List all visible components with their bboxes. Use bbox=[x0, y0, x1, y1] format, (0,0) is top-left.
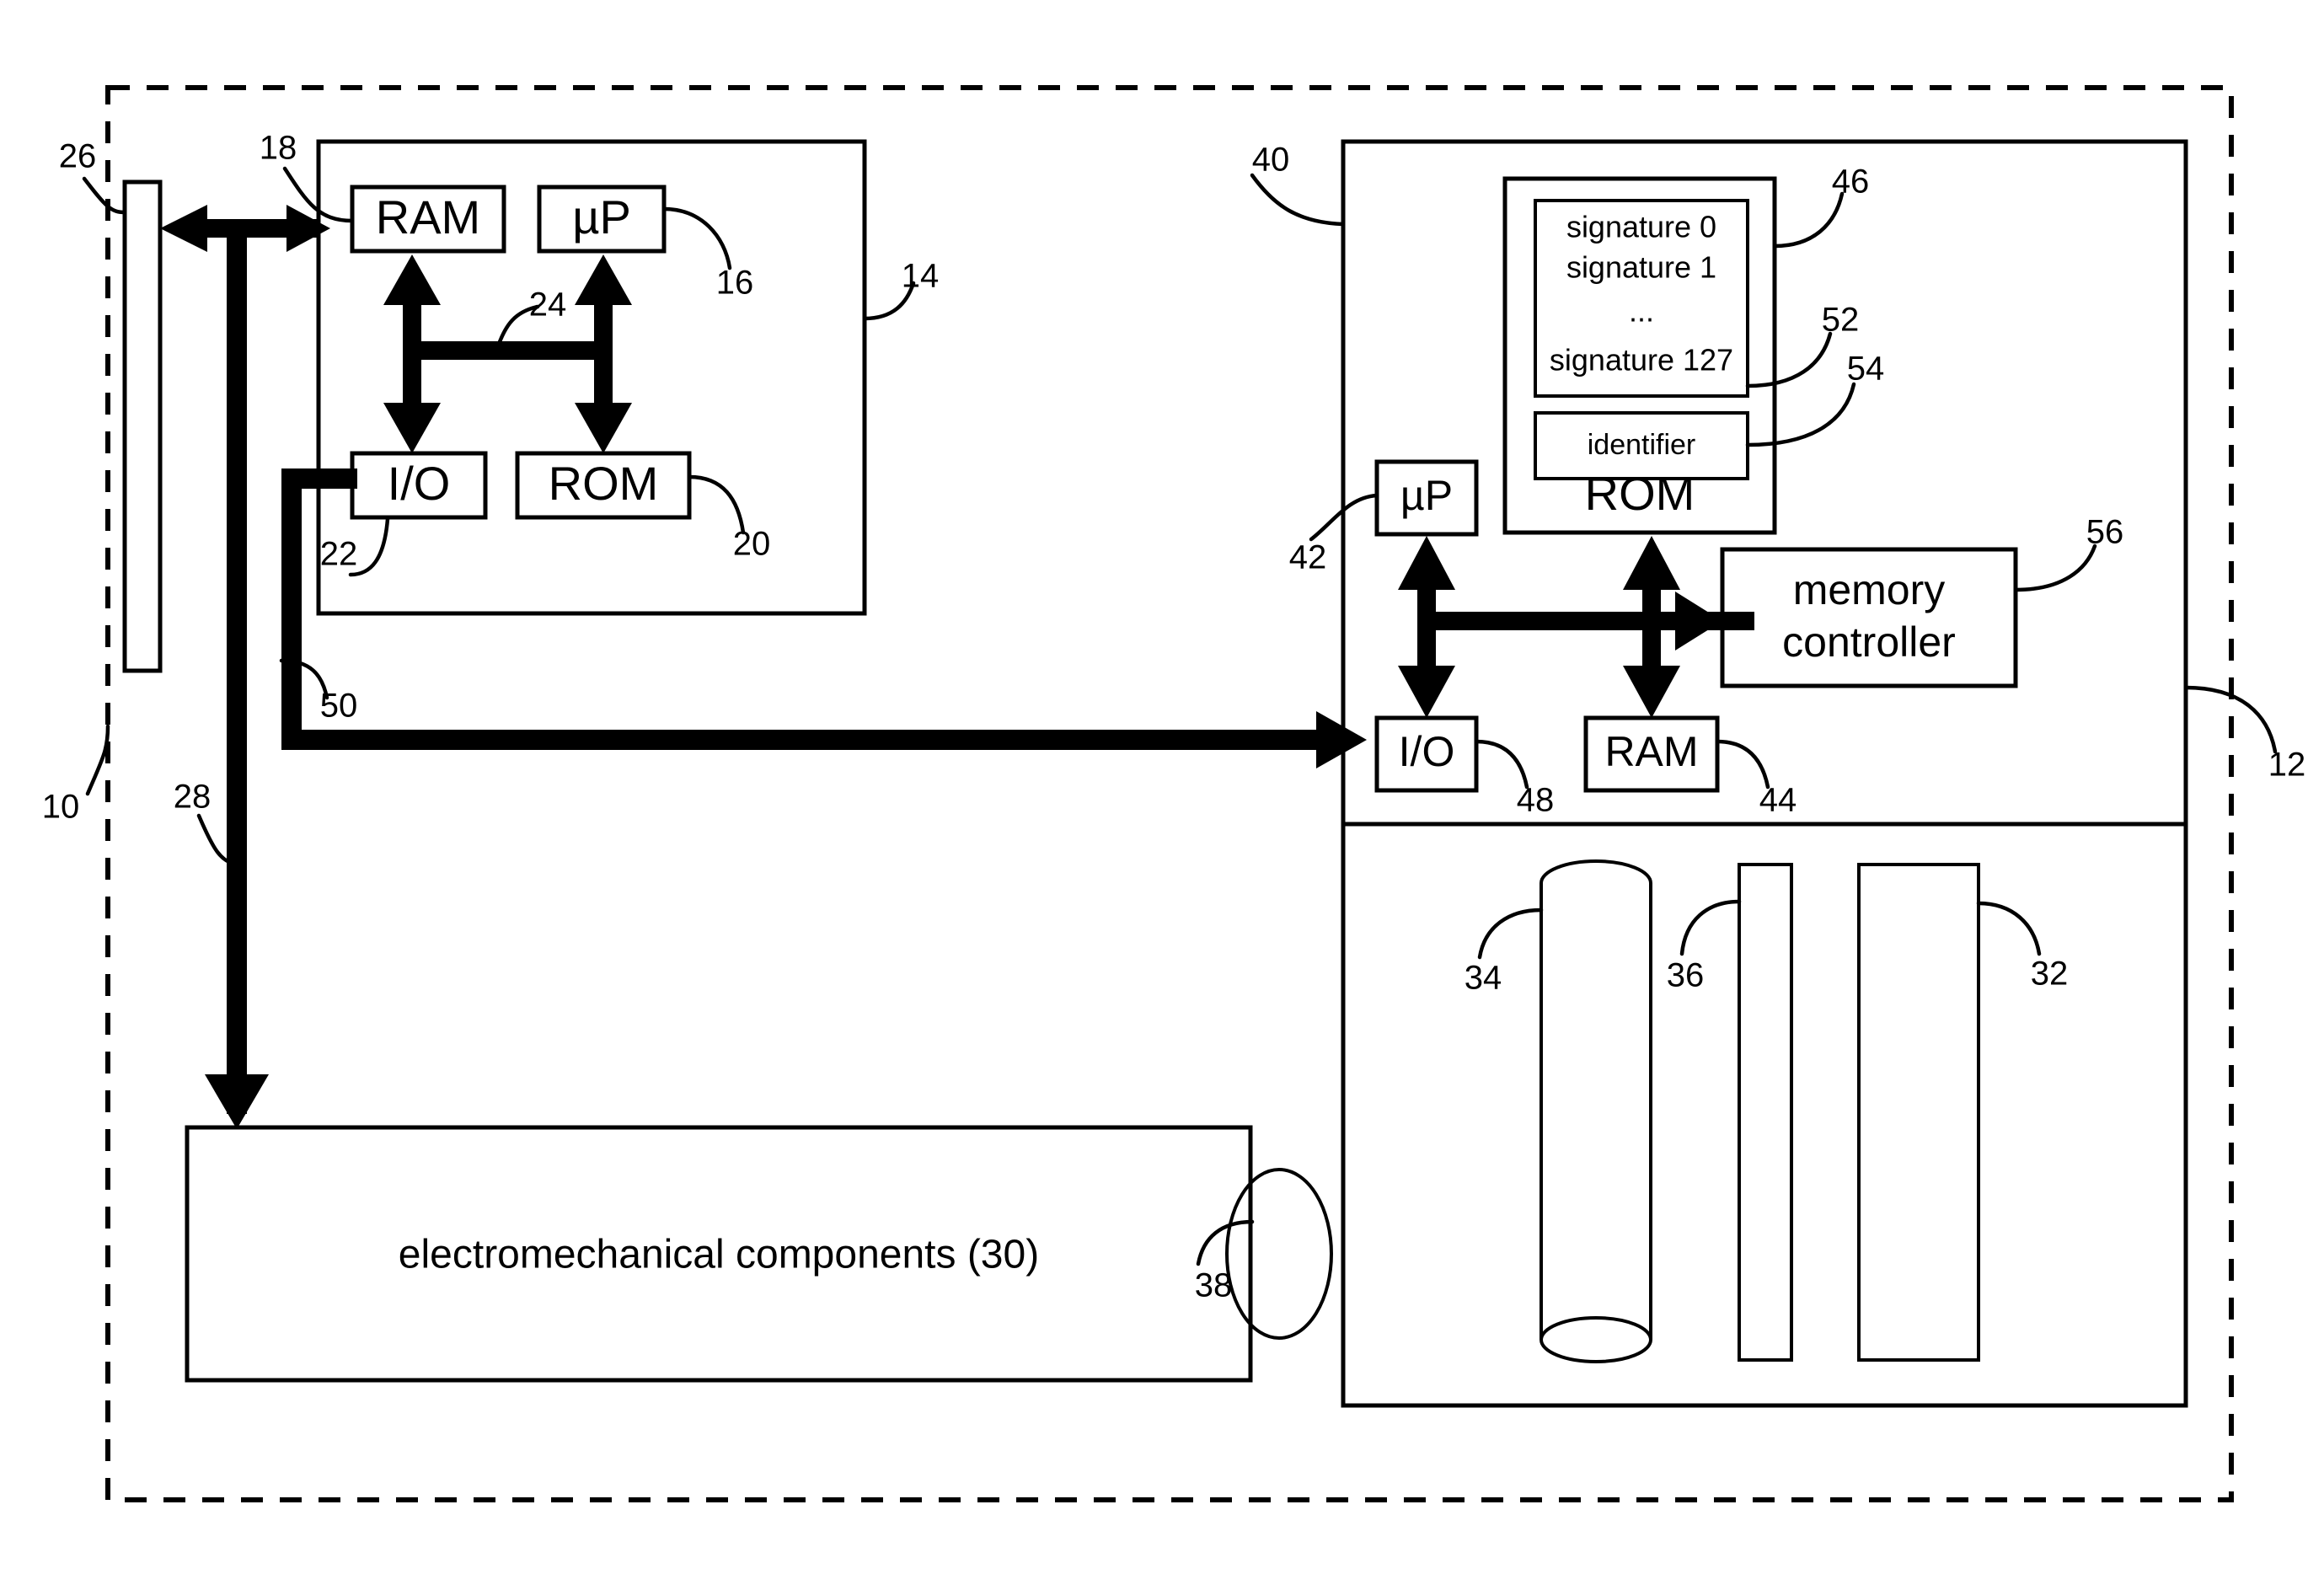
leader-44 bbox=[1715, 739, 1770, 790]
ref-50: 50 bbox=[320, 688, 358, 725]
leader-52 bbox=[1745, 331, 1833, 388]
right-controller-box bbox=[1341, 139, 2188, 827]
ref-44: 44 bbox=[1759, 782, 1797, 819]
left-internal-bus bbox=[383, 254, 632, 453]
coupling-38-ellipse bbox=[1225, 1168, 1333, 1340]
media-wide-slab-32 bbox=[1857, 863, 1980, 1362]
right-io-label: I/O bbox=[1399, 728, 1455, 775]
ref-28: 28 bbox=[174, 779, 212, 816]
bus-28-vertical bbox=[205, 221, 269, 1129]
ref-54: 54 bbox=[1847, 351, 1885, 388]
signature-row-1: signature 1 bbox=[1566, 250, 1716, 285]
ref-14: 14 bbox=[902, 258, 940, 295]
leader-10 bbox=[85, 724, 110, 796]
leader-56 bbox=[2013, 543, 2097, 592]
right-media-box bbox=[1341, 822, 2188, 1408]
left-ram-label: RAM bbox=[376, 190, 480, 244]
ref-38: 38 bbox=[1195, 1267, 1233, 1304]
left-rom-label: ROM bbox=[549, 457, 659, 510]
leader-40 bbox=[1250, 173, 1346, 227]
ref-10: 10 bbox=[42, 789, 80, 826]
leader-38 bbox=[1196, 1219, 1255, 1266]
leader-48 bbox=[1474, 739, 1529, 790]
interface-26-block bbox=[122, 179, 163, 673]
ref-20: 20 bbox=[733, 526, 771, 563]
ref-46: 46 bbox=[1832, 163, 1870, 201]
leader-20 bbox=[687, 474, 746, 535]
leader-46 bbox=[1772, 191, 1845, 249]
right-up-label: µP bbox=[1400, 472, 1453, 519]
leader-54 bbox=[1745, 382, 1856, 447]
right-ram-label: RAM bbox=[1604, 728, 1698, 775]
ref-16: 16 bbox=[716, 265, 754, 302]
media-cylinder-34 bbox=[1540, 859, 1652, 1363]
leader-36 bbox=[1679, 899, 1742, 956]
left-io-label: I/O bbox=[388, 457, 451, 510]
signature-row-ellipsis: ... bbox=[1629, 294, 1654, 329]
signature-row-0: signature 0 bbox=[1566, 210, 1716, 244]
right-internal-bus bbox=[1398, 536, 1754, 718]
ref-48: 48 bbox=[1517, 782, 1555, 819]
patent-figure-page: 10 26 18 16 24 14 22 20 50 28 40 42 46 5… bbox=[0, 0, 2324, 1574]
electromechanical-label: electromechanical components (30) bbox=[399, 1233, 1039, 1277]
leader-16 bbox=[661, 206, 732, 270]
ref-18: 18 bbox=[260, 130, 297, 167]
block-diagram-svg: 10 26 18 16 24 14 22 20 50 28 40 42 46 5… bbox=[42, 85, 2306, 1502]
ref-36: 36 bbox=[1667, 957, 1705, 994]
ref-12: 12 bbox=[2268, 747, 2306, 784]
leader-26 bbox=[82, 176, 127, 215]
ref-32: 32 bbox=[2031, 956, 2069, 993]
memory-controller-line-2: controller bbox=[1782, 618, 1956, 666]
link-50-path bbox=[281, 468, 1367, 768]
ref-34: 34 bbox=[1465, 960, 1502, 997]
ref-52: 52 bbox=[1822, 302, 1860, 339]
ref-24: 24 bbox=[529, 286, 567, 324]
ref-42: 42 bbox=[1289, 539, 1327, 576]
memory-controller-line-1: memory bbox=[1793, 566, 1946, 613]
ref-56: 56 bbox=[2086, 514, 2124, 551]
ref-26: 26 bbox=[59, 138, 97, 175]
ref-22: 22 bbox=[320, 536, 358, 573]
right-rom-label: ROM bbox=[1585, 467, 1695, 520]
ref-40: 40 bbox=[1252, 142, 1290, 179]
identifier-label: identifier bbox=[1588, 429, 1696, 461]
left-up-label: µP bbox=[572, 190, 631, 244]
leader-32 bbox=[1976, 901, 2042, 956]
media-thin-slab-36 bbox=[1738, 863, 1793, 1362]
leader-34 bbox=[1477, 907, 1544, 960]
signature-row-127: signature 127 bbox=[1550, 343, 1733, 377]
